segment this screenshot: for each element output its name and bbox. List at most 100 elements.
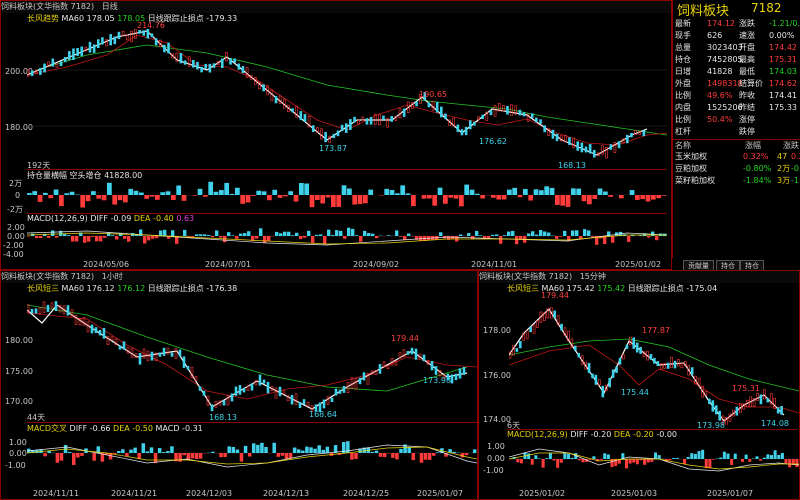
candle — [336, 130, 340, 137]
info-row-value: 175.33 — [769, 103, 797, 112]
candle — [653, 357, 656, 364]
histogram-bar — [107, 232, 111, 236]
histogram-bar — [235, 236, 239, 239]
histogram-bar — [149, 195, 155, 197]
histogram-bar — [560, 195, 566, 206]
histogram-bar — [704, 459, 708, 469]
top-oi-y-3: -2万 — [7, 205, 23, 214]
histogram-bar — [315, 234, 319, 236]
histogram-bar — [748, 459, 752, 462]
info-table-row[interactable]: 豆粕加权 -0.80% 2万-0.38 — [673, 163, 800, 174]
candle — [551, 129, 555, 139]
histogram-bar — [597, 188, 603, 195]
candle — [311, 125, 315, 133]
histogram-bar — [563, 452, 567, 459]
bottom-left-chart-panel[interactable]: 饲料板块(文华指数 7182) 1小时 长风短三 MA60 176.12 176… — [0, 270, 478, 500]
info-row-label: 日增 — [675, 67, 691, 76]
info-row-value: 174.12 — [707, 19, 735, 28]
info-row-label: 开盘 — [739, 43, 755, 52]
info-row: 杠杆 跌停 — [673, 126, 800, 137]
br-macd-diff: DIFF -0.20 — [570, 430, 612, 439]
histogram-bar — [178, 453, 182, 462]
info-row-value: 174.62 — [769, 79, 797, 88]
info-row-value: 3023403 — [707, 43, 743, 52]
candle — [574, 345, 577, 351]
histogram-bar — [643, 459, 647, 465]
top-macd-title[interactable]: MACD(12,26,9) — [27, 214, 88, 223]
bl-toolbar-period[interactable]: 1小时 — [102, 272, 123, 281]
candle — [613, 142, 617, 153]
candle — [617, 141, 621, 149]
histogram-bar — [672, 458, 676, 459]
candle — [618, 357, 622, 365]
candle — [615, 366, 618, 373]
candle — [512, 345, 515, 356]
histogram-bar — [475, 230, 479, 236]
histogram-bar — [515, 236, 519, 245]
histogram-bar — [181, 195, 187, 201]
candle — [258, 374, 262, 386]
candle — [187, 56, 191, 67]
info-row-label: 涨停 — [739, 115, 755, 124]
histogram-bar — [331, 195, 336, 208]
info-table-row[interactable]: 玉米加权 0.32% 470.23 — [673, 151, 800, 162]
histogram-bar — [297, 449, 301, 453]
top-chart-panel[interactable]: 饲料板块(文华指数 7182) 日线 长风趋势 MA60 178.05 178.… — [0, 0, 672, 270]
candle — [430, 360, 434, 371]
br-ann-high-3: 175.31 — [732, 384, 760, 393]
candle — [519, 341, 522, 349]
candle — [434, 366, 438, 375]
candle — [518, 109, 522, 116]
candle — [553, 310, 556, 318]
bottom-right-chart-panel[interactable]: 饲料板块(文华指数 7182) 15分钟 长风短三 MA60 175.42 17… — [478, 270, 800, 500]
histogram-bar — [112, 195, 118, 205]
histogram-bar — [231, 235, 235, 236]
histogram-bar — [559, 236, 563, 237]
histogram-bar — [675, 457, 679, 459]
info-row-label: 持仓 — [675, 55, 691, 64]
bl-legend-strategy[interactable]: 长风短三 — [27, 284, 59, 293]
histogram-bar — [292, 447, 297, 453]
candle — [670, 356, 673, 368]
histogram-bar — [229, 193, 235, 195]
candle — [493, 105, 497, 117]
histogram-bar — [755, 456, 759, 459]
histogram-bar — [276, 453, 281, 457]
top-legend-strategy[interactable]: 长风趋势 — [27, 14, 59, 23]
candle — [690, 367, 694, 375]
top-price-chart[interactable] — [27, 25, 667, 165]
bl-toolbar-instrument: 饲料板块(文华指数 7182) — [1, 272, 95, 281]
histogram-bar — [127, 236, 131, 242]
histogram-bar — [256, 190, 262, 195]
histogram-bar — [533, 189, 539, 195]
br-macd-title[interactable]: MACD(12,26,9) — [507, 430, 568, 439]
candle — [422, 354, 426, 362]
candle — [350, 377, 354, 389]
histogram-bar — [335, 230, 339, 236]
candle — [295, 106, 298, 118]
histogram-bar — [197, 188, 203, 195]
top-ann-low-2: 176.62 — [479, 137, 507, 146]
candle — [625, 344, 629, 349]
candle — [525, 330, 529, 340]
br-legend-strategy[interactable]: 长风短三 — [507, 284, 539, 293]
candle — [656, 361, 660, 366]
histogram-bar — [541, 459, 545, 468]
br-toolbar-instrument: 饲料板块(文华指数 7182) — [479, 272, 573, 281]
br-macd-legend: MACD(12,26,9) DIFF -0.20 DEA -0.20 -0.00 — [507, 429, 797, 439]
histogram-bar — [419, 453, 424, 463]
candle — [238, 385, 242, 395]
histogram-bar — [517, 195, 523, 198]
histogram-bar — [587, 195, 592, 205]
histogram-bar — [427, 195, 432, 199]
br-price-chart[interactable] — [509, 295, 799, 425]
br-toolbar-period[interactable]: 15分钟 — [580, 272, 606, 281]
bl-price-chart[interactable] — [27, 295, 477, 425]
info-table-row[interactable]: 菜籽粕加权 -1.84% 3万-1.05 — [673, 175, 800, 186]
histogram-bar — [309, 195, 315, 208]
histogram-bar — [382, 453, 387, 458]
bl-macd-title[interactable]: MACD交叉 — [27, 424, 67, 433]
top-toolbar-period[interactable]: 日线 — [102, 2, 118, 11]
histogram-bar — [27, 193, 32, 195]
histogram-bar — [655, 236, 659, 241]
